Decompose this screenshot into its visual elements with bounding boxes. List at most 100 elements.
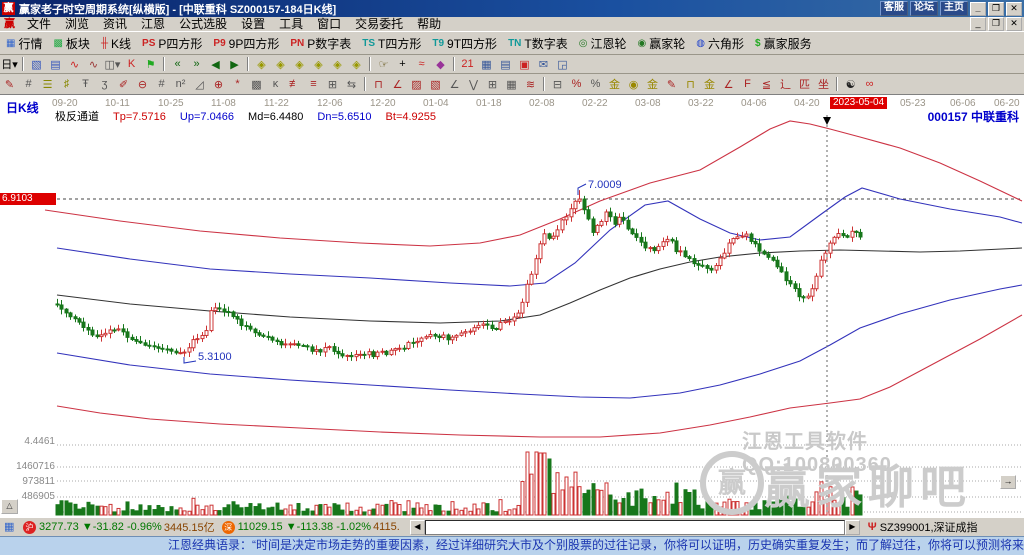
menu-item-1[interactable]: 浏览 (58, 17, 96, 31)
toolbar-button-price-grid-tool[interactable]: ♯ (57, 76, 76, 93)
toolbar-button-chart-mode-2[interactable]: ▤ (46, 56, 65, 73)
toolbar-button-target-tool[interactable]: ⊕ (209, 76, 228, 93)
toolbar-button-hash-tool[interactable]: # (152, 76, 171, 93)
toolbar-button-percent-red-tool[interactable]: % (567, 76, 586, 93)
status-grid-icon[interactable]: ▦ (4, 521, 18, 533)
minimize-icon[interactable]: _ (970, 2, 986, 16)
toolbar-button-calendar-tool[interactable]: 21 (458, 56, 477, 73)
menu-item-5[interactable]: 设置 (234, 17, 272, 31)
menu-item-2[interactable]: 资讯 (96, 17, 134, 31)
toolbar-button-k-overlay[interactable]: K (122, 56, 141, 73)
close-icon[interactable]: ✕ (1006, 2, 1022, 16)
toolbar-button-circle-tool[interactable]: ⊖ (133, 76, 152, 93)
toolbar-button-network-tool[interactable]: ◲ (553, 56, 572, 73)
toolbar-button-zoom-diamond-1[interactable]: ◈ (252, 56, 271, 73)
status-scrollbar[interactable]: ◀ ▶ (410, 520, 860, 535)
toolbar-button-candle-style[interactable]: ◫▾ (103, 56, 122, 73)
toolbar-button-zoom-diamond-2[interactable]: ◈ (271, 56, 290, 73)
toolbar-button-gold-circle-tool[interactable]: ◉ (624, 76, 643, 93)
toolbar-button-first-page[interactable]: « (168, 56, 187, 73)
scroll-right-icon[interactable]: ▶ (845, 520, 860, 535)
child-restore-icon[interactable]: ❐ (988, 17, 1004, 31)
toolbar-button-triangle-tool[interactable]: ◿ (190, 76, 209, 93)
menu-item-8[interactable]: 交易委托 (348, 17, 410, 31)
toolbar-button-chip-tool-1[interactable]: ≢ (285, 76, 304, 93)
toolbar-button-flag-marker[interactable]: ⚑ (141, 56, 160, 73)
pane-toggle-button[interactable]: △ (1, 499, 18, 514)
toolbar-button-next-page[interactable]: ▶ (225, 56, 244, 73)
toolbar-button-pencil-tool[interactable]: ✐ (114, 76, 133, 93)
menu-item-4[interactable]: 公式选股 (172, 17, 234, 31)
toolbar-button-wave-tool-1[interactable]: ∿ (65, 56, 84, 73)
toolbar-button-percent-tool[interactable]: % (586, 76, 605, 93)
toolbar-button-market-quotes[interactable]: ▦行情 (1, 33, 47, 54)
toolbar-button-arc-tool[interactable]: ʒ (95, 76, 114, 93)
toolbar-button-save-tool[interactable]: ▣ (515, 56, 534, 73)
toolbar-button-p-number-table[interactable]: PNP数字表 (285, 33, 356, 54)
child-close-icon[interactable]: ✕ (1006, 17, 1022, 31)
toolbar-button-yin-yang-icon[interactable]: ☯ (841, 76, 860, 93)
toolbar-button-notepad-tool[interactable]: ▤ (496, 56, 515, 73)
toolbar-button-vee-tool[interactable]: ⋁ (464, 76, 483, 93)
toolbar-button-last-page[interactable]: » (187, 56, 206, 73)
toolbar-button-zoom-diamond-6[interactable]: ◈ (347, 56, 366, 73)
service-button-1[interactable]: 论坛 (910, 1, 938, 16)
toolbar-button-t-number-table[interactable]: TNT数字表 (503, 33, 573, 54)
toolbar-button-gold-section-tool[interactable]: 金 (605, 76, 624, 93)
toolbar-button-time-grid-tool[interactable]: ☰ (38, 76, 57, 93)
toolbar-button-gann-wheel[interactable]: ◎江恩轮 (574, 33, 632, 54)
toolbar-button-channel-tool[interactable]: ⊓ (369, 76, 388, 93)
toolbar-button-wave-tool-2[interactable]: ∿ (84, 56, 103, 73)
toolbar-button-p-square[interactable]: PSP四方形 (137, 33, 207, 54)
toolbar-button-sectors[interactable]: ▩板块 (48, 33, 94, 54)
toolbar-button-block-tool[interactable]: 匹 (795, 76, 814, 93)
service-button-0[interactable]: 客服 (880, 1, 908, 16)
toolbar-button-kline[interactable]: ╫K线 (96, 33, 136, 54)
scroll-track[interactable] (425, 520, 845, 535)
toolbar-button-fill-box-tool-2[interactable]: ▧ (426, 76, 445, 93)
toolbar-button-fill-box-tool[interactable]: ▨ (407, 76, 426, 93)
toolbar-button-brush-tool[interactable]: ✎ (662, 76, 681, 93)
toolbar-button-gold-grid-tool[interactable]: 金 (700, 76, 719, 93)
toolbar-button-grid-lines-tool[interactable]: # (19, 76, 38, 93)
toolbar-button-crosshair-tool[interactable]: + (393, 56, 412, 73)
toolbar-button-period-daily[interactable]: 日▾ (0, 56, 19, 73)
toolbar-button-dense-grid-tool[interactable]: ▦ (502, 76, 521, 93)
toolbar-button-zoom-diamond-4[interactable]: ◈ (309, 56, 328, 73)
toolbar-button-gold-line-tool[interactable]: 金 (643, 76, 662, 93)
toolbar-button-winner-wheel[interactable]: ◉赢家轮 (633, 33, 691, 54)
toolbar-button-pen-tool[interactable]: ✎ (0, 76, 19, 93)
toolbar-button-wave-analysis[interactable]: ≈ (412, 56, 431, 73)
toolbar-button-square-n2-tool[interactable]: n² (171, 76, 190, 93)
toolbar-button-gann-fan-tool[interactable]: ∠ (388, 76, 407, 93)
toolbar-button-zoom-diamond-5[interactable]: ◈ (328, 56, 347, 73)
toolbar-button-angle-line-tool[interactable]: ∠ (445, 76, 464, 93)
service-button-2[interactable]: 主页 (940, 1, 968, 16)
toolbar-button-box-grid-tool[interactable]: ⊞ (323, 76, 342, 93)
toolbar-button-wave-lines-tool[interactable]: ≋ (521, 76, 540, 93)
toolbar-button-band-tool[interactable]: ⊟ (548, 76, 567, 93)
toolbar-button-t-square[interactable]: TST四方形 (357, 33, 426, 54)
menu-item-7[interactable]: 窗口 (310, 17, 348, 31)
toolbar-button-marker-tool[interactable]: ◆ (431, 56, 450, 73)
toolbar-button-seat-tool[interactable]: 坐 (814, 76, 833, 93)
child-minimize-icon[interactable]: _ (970, 17, 986, 31)
menu-item-3[interactable]: 江恩 (134, 17, 172, 31)
toolbar-button-winner-service[interactable]: $赢家服务 (750, 33, 817, 54)
toolbar-button-9t-square[interactable]: T99T四方形 (427, 33, 502, 54)
toolbar-button-k-mark-tool[interactable]: ĸ (266, 76, 285, 93)
toolbar-button-9p-square[interactable]: P99P四方形 (208, 33, 284, 54)
toolbar-button-calculator-tool[interactable]: ▦ (477, 56, 496, 73)
toolbar-button-chart-mode-1[interactable]: ▧ (27, 56, 46, 73)
menu-item-0[interactable]: 文件 (20, 17, 58, 31)
toolbar-button-j-angle-tool[interactable]: ∠ (719, 76, 738, 93)
toolbar-button-slope-tool[interactable]: ≦ (757, 76, 776, 93)
toolbar-button-span-tool[interactable]: ⇆ (342, 76, 361, 93)
toolbar-button-prev-page[interactable]: ◀ (206, 56, 225, 73)
toolbar-button-chip-tool-2[interactable]: ≡ (304, 76, 323, 93)
toolbar-button-matrix-tool[interactable]: ⊞ (483, 76, 502, 93)
toolbar-button-infinity-icon[interactable]: ∞ (860, 76, 879, 93)
toolbar-button-f-line-tool[interactable]: F (738, 76, 757, 93)
toolbar-button-zoom-diamond-3[interactable]: ◈ (290, 56, 309, 73)
menu-item-6[interactable]: 工具 (272, 17, 310, 31)
